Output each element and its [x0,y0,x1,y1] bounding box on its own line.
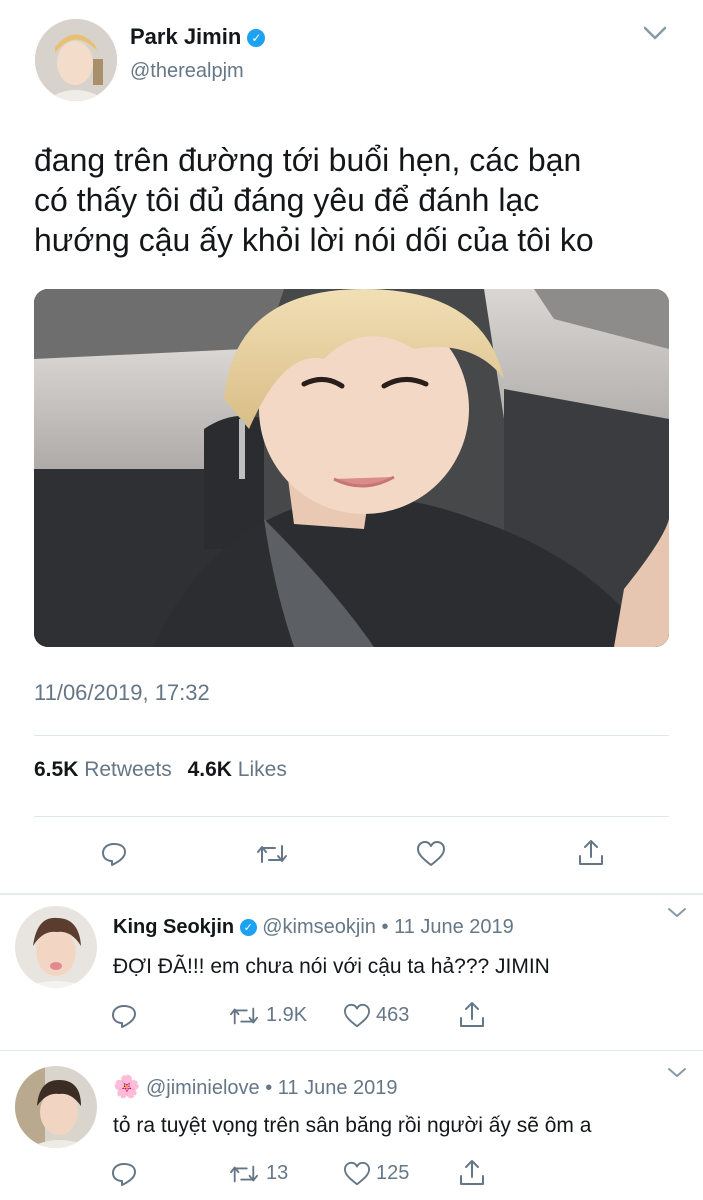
reply-like-count: 463 [376,1004,410,1026]
like-heart-icon[interactable] [342,1161,372,1187]
reply-author-name[interactable]: King Seokjin [113,916,234,938]
reply-date[interactable]: 11 June 2019 [394,916,514,938]
reply-text: tỏ ra tuyệt vọng trên sân băng rồi người… [113,1114,592,1137]
tweet-text-line: đang trên đường tới buổi hẹn, các bạn [34,142,582,178]
tweet-timestamp[interactable]: 11/06/2019, 17:32 [34,680,210,706]
reply-icon[interactable] [100,840,128,868]
author-handle[interactable]: @therealpjm [130,60,244,83]
tweet-text: đang trên đường tới buổi hẹn, các bạn có… [34,140,594,260]
divider [0,1050,703,1051]
like-heart-icon[interactable] [342,1003,372,1029]
retweets-count: 6.5K [34,758,79,781]
retweets-label: Retweets [84,758,172,781]
tweet-photo[interactable] [34,289,669,647]
reply-header: 🌸 @jiminielove • 11 June 2019 [113,1074,398,1100]
reply-author-handle[interactable]: @kimseokjin [262,916,376,938]
share-icon[interactable] [577,838,605,868]
section-divider [0,893,703,895]
reply-avatar[interactable] [15,906,97,988]
likes-label: Likes [237,758,287,781]
reply-separator: • [381,916,389,938]
divider [34,816,669,817]
reply-author-handle[interactable]: @jiminielove [146,1077,260,1099]
reply-actions: 13 125 [108,1158,508,1190]
reply-separator: • [265,1077,273,1099]
retweet-icon[interactable] [255,840,289,868]
reply-text: ĐỢI ĐÃ!!! em chưa nói với cậu ta hả??? J… [113,955,550,978]
tweet-stats: 6.5K Retweets 4.6K Likes [34,758,287,782]
likes-stat[interactable]: 4.6K Likes [188,758,287,781]
reply-avatar[interactable] [15,1066,97,1148]
divider [34,735,669,736]
reply-icon[interactable] [110,1002,138,1030]
retweets-stat[interactable]: 6.5K Retweets [34,758,178,781]
chevron-down-icon[interactable] [666,1066,688,1080]
author-name-text: Park Jimin [130,24,242,49]
share-icon[interactable] [458,1000,486,1030]
share-icon[interactable] [458,1158,486,1188]
avatar-image [35,19,117,101]
reply-retweet-count: 13 [266,1162,289,1184]
chevron-down-icon[interactable] [666,906,688,920]
retweet-icon[interactable] [228,1161,260,1187]
likes-count: 4.6K [187,758,232,781]
tweet-text-line: có thấy tôi đủ đáng yêu để đánh lạc [34,182,540,218]
author-name[interactable]: Park Jimin ✓ [130,24,266,50]
reply-author-emoji[interactable]: 🌸 [113,1074,140,1099]
selfie-photo-image [34,289,669,647]
reply-actions: 1.9K 463 [108,1000,508,1032]
reply-avatar-image [15,1066,97,1148]
chevron-down-icon[interactable] [642,24,668,42]
like-heart-icon[interactable] [416,840,446,868]
retweet-icon[interactable] [228,1003,260,1029]
reply-header: King Seokjin ✓ @kimseokjin • 11 June 201… [113,916,514,939]
verified-badge-icon: ✓ [239,919,257,937]
author-avatar[interactable] [35,19,117,101]
reply-date[interactable]: 11 June 2019 [278,1077,398,1099]
reply-avatar-image [15,906,97,988]
verified-badge-icon: ✓ [247,29,266,48]
tweet-text-line: hướng cậu ấy khỏi lời nói dối của tôi ko [34,222,594,258]
reply-retweet-count: 1.9K [266,1004,308,1026]
reply-icon[interactable] [110,1160,138,1188]
reply-like-count: 125 [376,1162,410,1184]
